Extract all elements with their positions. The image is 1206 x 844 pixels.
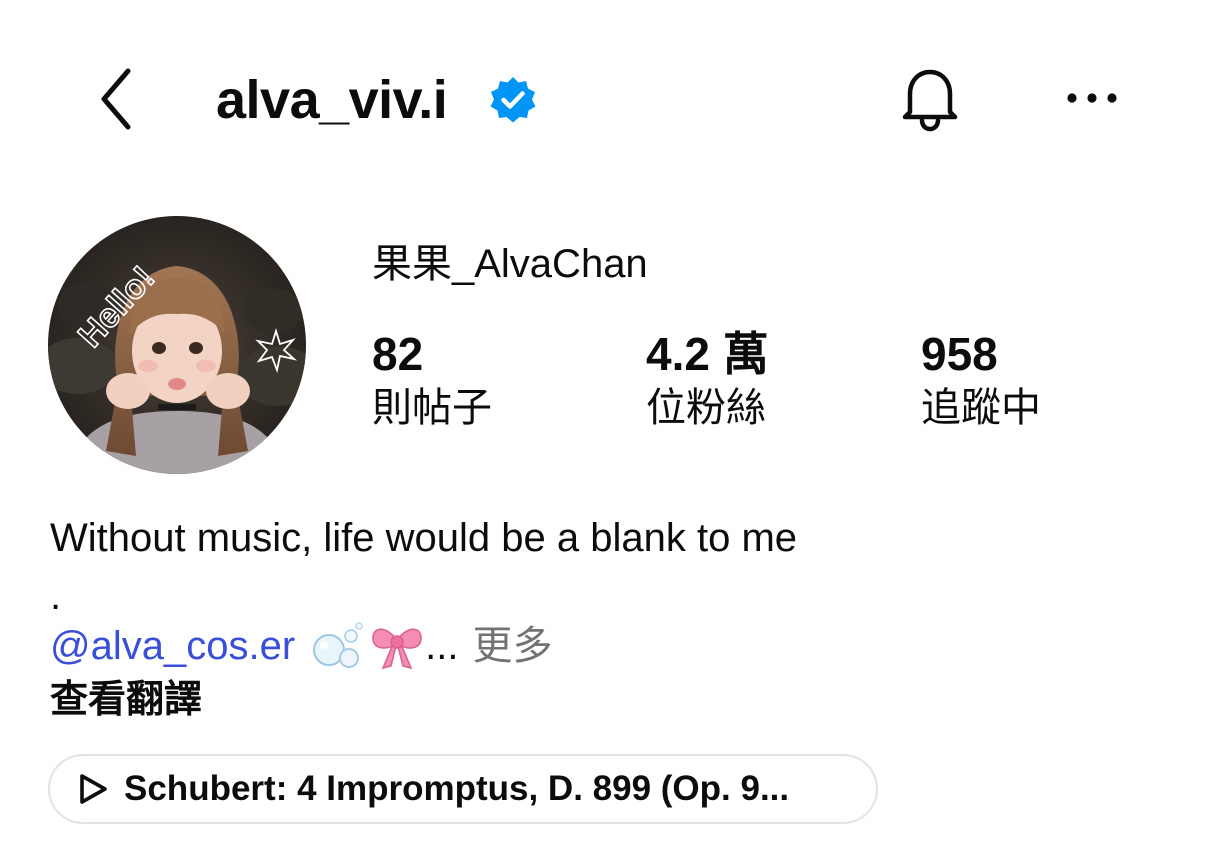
bio-more-link[interactable]: 更多 bbox=[473, 620, 553, 672]
bubbles-icon bbox=[313, 622, 363, 668]
bell-icon bbox=[902, 69, 958, 132]
followers-label: 位粉絲 bbox=[646, 386, 766, 430]
verified-badge-icon bbox=[490, 77, 536, 123]
profile-page: alva_viv.i Hello! 果果_AlvaChan 82 則帖子 4.2… bbox=[0, 0, 1206, 844]
bio-mention-row: @alva_cos.er ... 更多 bbox=[50, 620, 553, 672]
bio-ellipsis: ... bbox=[425, 624, 459, 668]
ribbon-icon bbox=[372, 628, 422, 670]
stat-posts[interactable]: 82 則帖子 bbox=[372, 326, 492, 434]
profile-music-button[interactable]: Schubert: 4 Impromptus, D. 899 (Op. 9... bbox=[48, 754, 878, 824]
bio-dot: . bbox=[50, 574, 62, 618]
avatar-photo: Hello! bbox=[48, 216, 306, 474]
see-translation-link[interactable]: 查看翻譯 bbox=[50, 674, 202, 726]
posts-label: 則帖子 bbox=[372, 386, 492, 430]
posts-count: 82 bbox=[372, 328, 424, 380]
back-button[interactable] bbox=[88, 64, 144, 134]
notifications-button[interactable] bbox=[895, 62, 965, 134]
play-icon bbox=[80, 774, 107, 804]
more-horizontal-icon bbox=[1067, 93, 1117, 103]
stat-following[interactable]: 958 追蹤中 bbox=[921, 326, 1041, 434]
music-title: Schubert: 4 Impromptus, D. 899 (Op. 9... bbox=[124, 769, 790, 808]
following-label: 追蹤中 bbox=[921, 386, 1041, 430]
profile-avatar[interactable]: Hello! bbox=[48, 216, 306, 474]
chevron-left-icon bbox=[101, 68, 131, 130]
more-options-button[interactable] bbox=[1060, 78, 1124, 118]
followers-count: 4.2 萬 bbox=[646, 328, 769, 380]
profile-username: alva_viv.i bbox=[216, 70, 448, 130]
bio-mention-link[interactable]: @alva_cos.er bbox=[50, 620, 295, 672]
display-name: 果果_AlvaChan bbox=[372, 242, 648, 286]
following-count: 958 bbox=[921, 328, 998, 380]
bio-text: Without music, life would be a blank to … bbox=[50, 516, 798, 560]
stat-followers[interactable]: 4.2 萬 位粉絲 bbox=[646, 326, 769, 434]
